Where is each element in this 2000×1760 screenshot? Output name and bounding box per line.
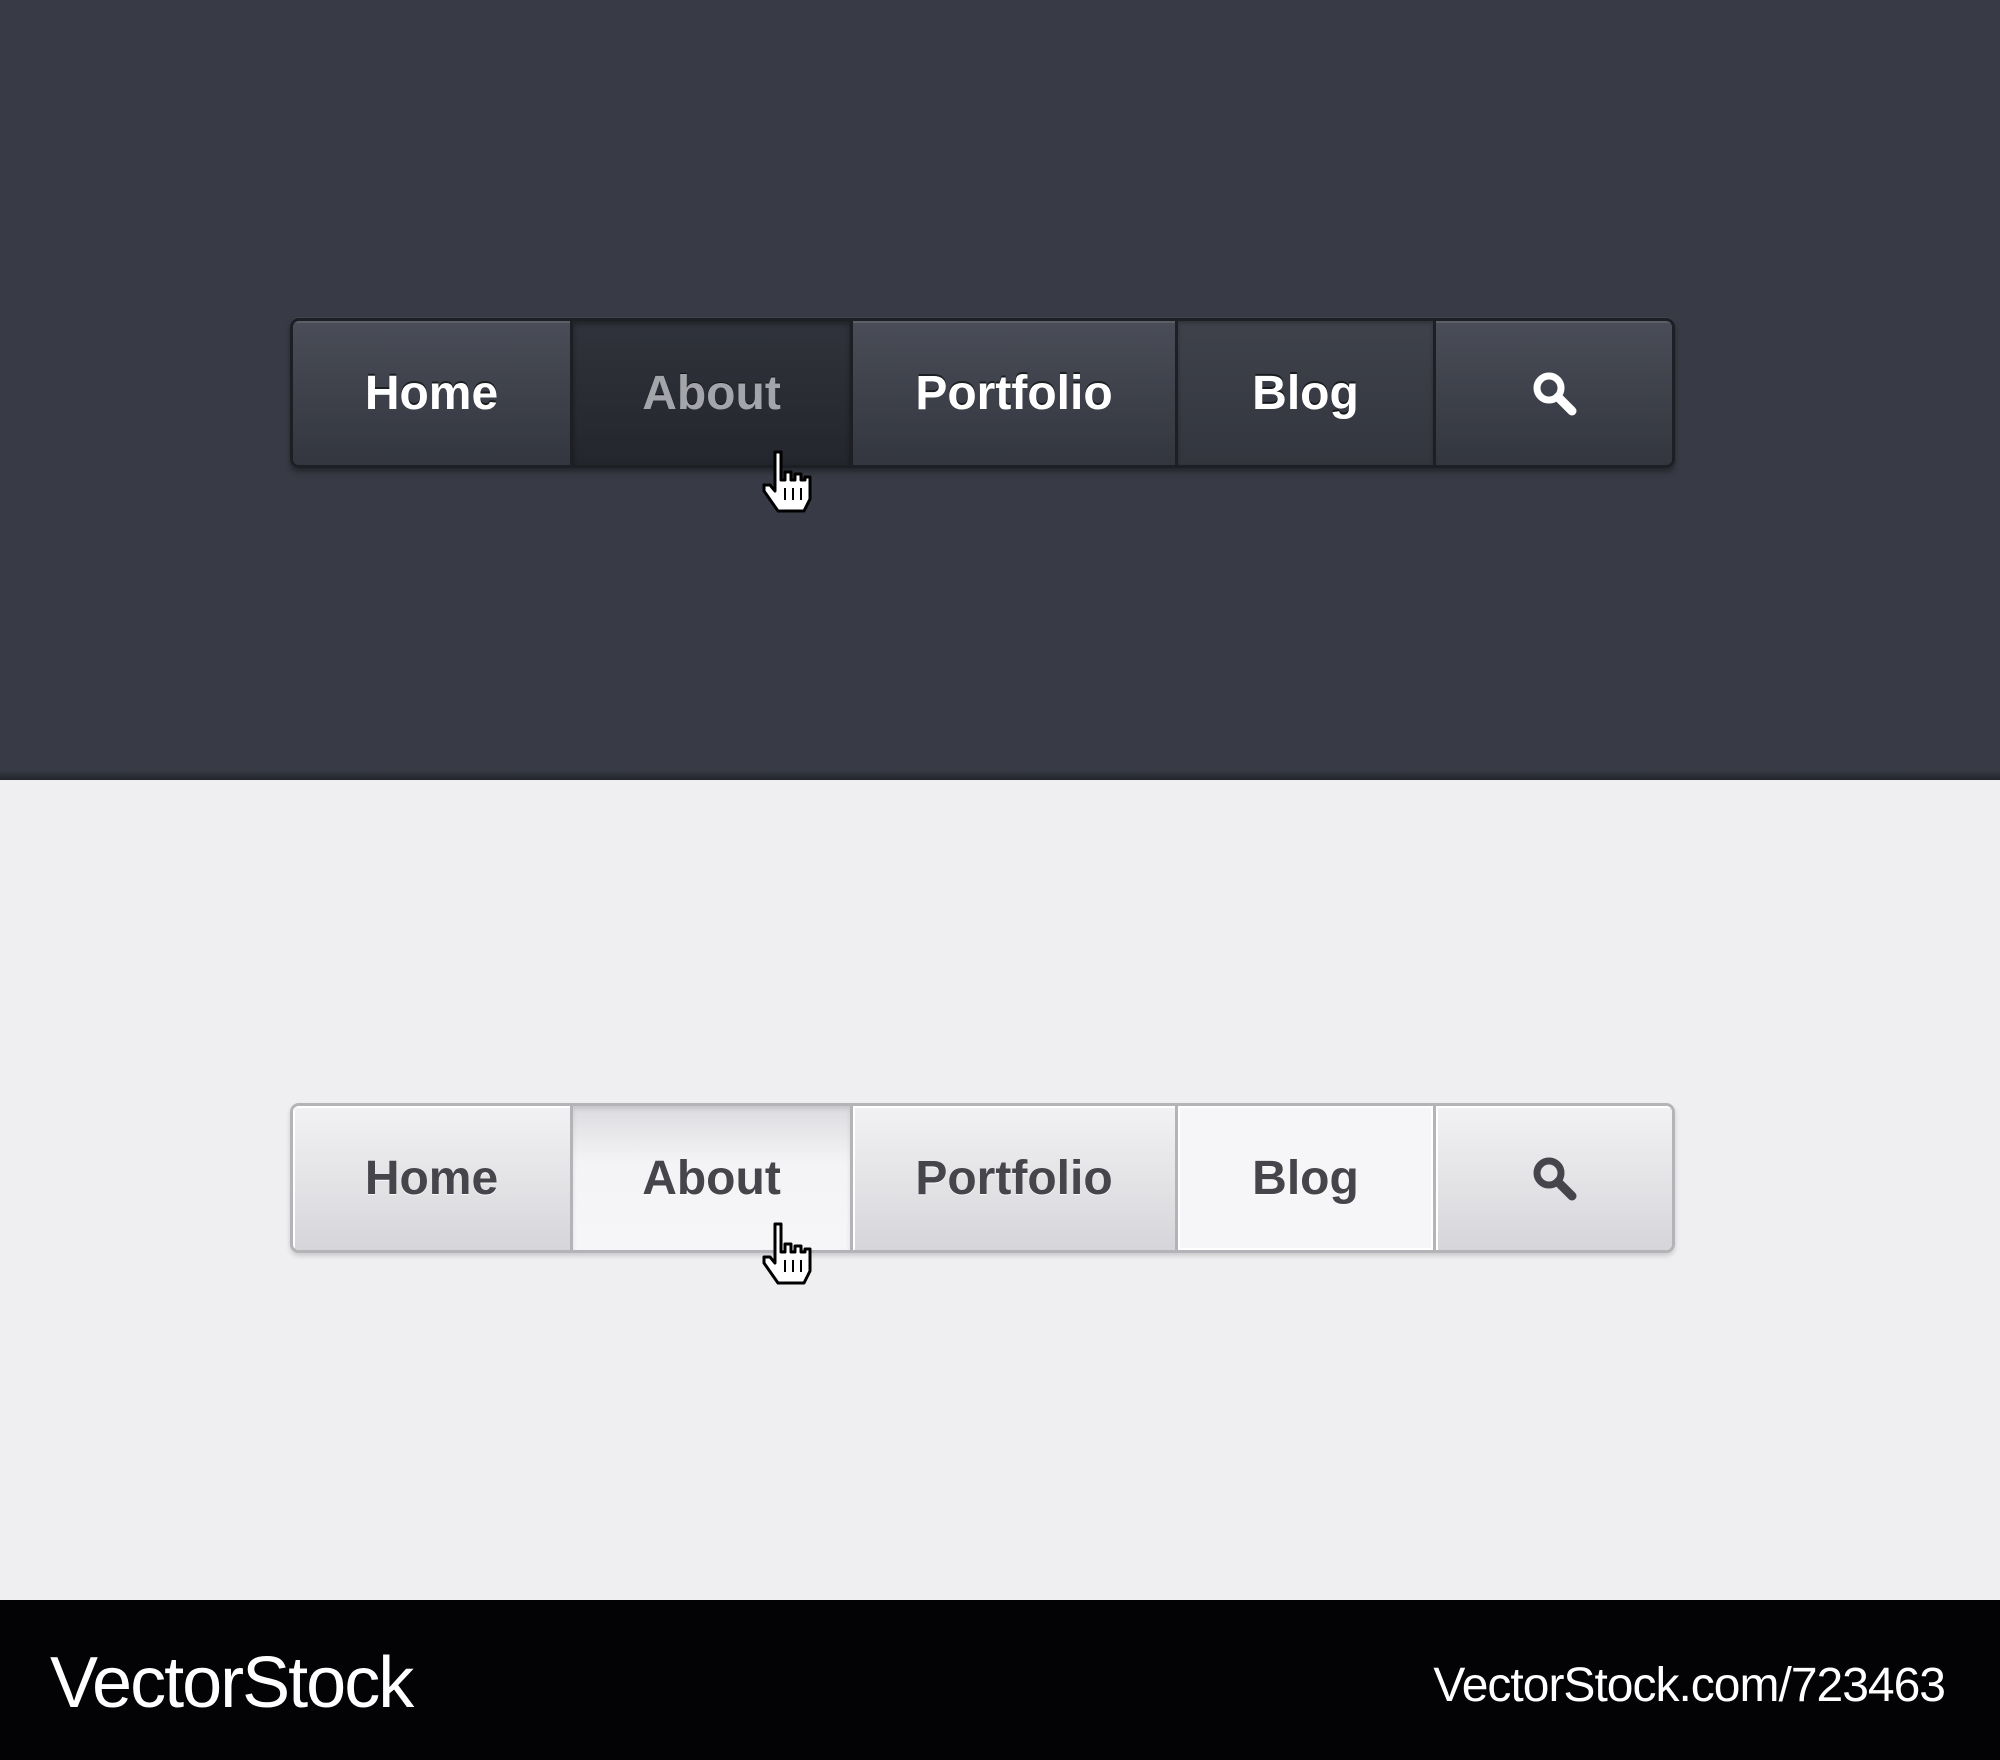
nav-item-about[interactable]: About [573, 321, 853, 465]
nav-item-home[interactable]: Home [293, 1106, 573, 1250]
watermark-footer: VectorStock VectorStock.com/723463 [0, 1600, 2000, 1760]
light-nav-bar: Home About Portfolio Blog [290, 1103, 1675, 1253]
nav-item-portfolio[interactable]: Portfolio [853, 321, 1178, 465]
image-reference: VectorStock.com/723463 [1433, 1659, 1946, 1712]
brand-logo-text: VectorStock [50, 1643, 414, 1723]
search-button[interactable] [1436, 1106, 1672, 1250]
search-icon [1533, 372, 1577, 416]
nav-item-portfolio[interactable]: Portfolio [853, 1106, 1178, 1250]
dark-nav-bar: Home About Portfolio Blog [290, 318, 1675, 468]
nav-item-about[interactable]: About [573, 1106, 853, 1250]
search-button[interactable] [1436, 321, 1672, 465]
nav-item-blog[interactable]: Blog [1178, 321, 1436, 465]
nav-item-home[interactable]: Home [293, 321, 573, 465]
search-icon [1533, 1157, 1577, 1201]
nav-item-blog[interactable]: Blog [1178, 1106, 1436, 1250]
